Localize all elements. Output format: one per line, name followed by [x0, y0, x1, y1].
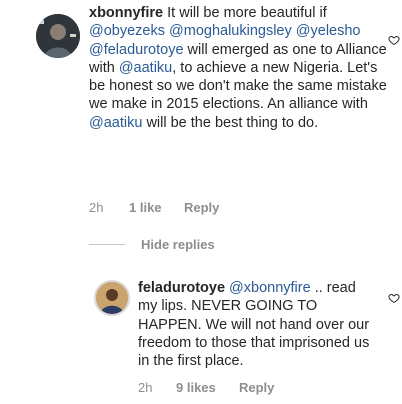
mention-link[interactable]: @obyezeks: [89, 23, 165, 39]
avatar-feladurotoye[interactable]: [94, 280, 130, 316]
mention-link[interactable]: @aatiku: [119, 60, 172, 76]
reply-time: 2h: [138, 380, 153, 395]
heart-outline-icon[interactable]: [388, 292, 400, 304]
reply-button[interactable]: Reply: [184, 200, 219, 215]
hide-replies-label: Hide replies: [141, 237, 215, 252]
mention-link[interactable]: @moghalukingsley: [169, 23, 292, 39]
mention-link[interactable]: @aatiku: [89, 115, 142, 131]
reply-text: feladurotoye @xbonnyfire .. read my lips…: [138, 279, 378, 370]
mention-link[interactable]: @yelesho: [296, 23, 361, 39]
comment-text-segment: will be the best thing to do.: [142, 114, 319, 131]
reply-username[interactable]: feladurotoye: [138, 280, 225, 296]
likes-count[interactable]: 9 likes: [176, 380, 216, 395]
replies-divider-line: [89, 244, 125, 245]
avatar-xbonnyfire[interactable]: [36, 14, 80, 58]
heart-outline-icon[interactable]: [388, 34, 400, 46]
mention-link[interactable]: @feladurotoye: [89, 42, 184, 58]
comment-time: 2h: [89, 200, 104, 215]
mention-link[interactable]: @xbonnyfire: [229, 280, 311, 296]
reply-button[interactable]: Reply: [239, 380, 274, 395]
comment-text-segment: It will be more beautiful if: [167, 5, 327, 21]
likes-count[interactable]: 1 like: [129, 200, 162, 215]
comment-username[interactable]: xbonnyfire: [89, 5, 163, 21]
comment-text: xbonnyfire It will be more beautiful if …: [89, 4, 389, 132]
